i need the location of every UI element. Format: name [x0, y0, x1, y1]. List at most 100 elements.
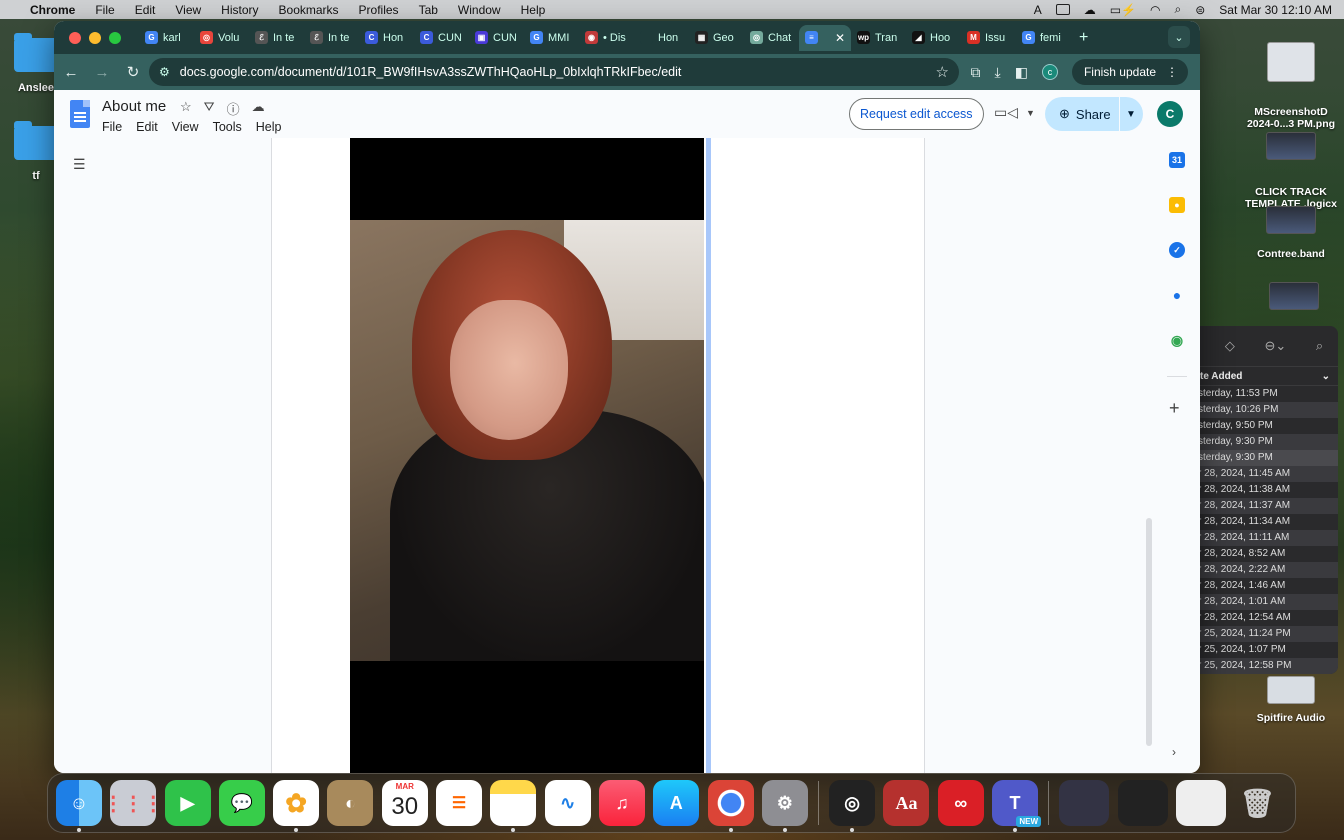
- document-title[interactable]: About me: [102, 98, 166, 115]
- site-info-icon[interactable]: ⚙: [159, 65, 170, 79]
- keep-icon[interactable]: ●: [1169, 197, 1185, 213]
- docs-menu-file[interactable]: File: [102, 120, 122, 134]
- menu-edit[interactable]: Edit: [135, 3, 156, 17]
- address-bar[interactable]: ⚙ docs.google.com/document/d/101R_BW9fIH…: [149, 58, 959, 86]
- photos-list-item[interactable]: r 28, 2024, 8:52 AM: [1190, 546, 1338, 562]
- side-panel-icon[interactable]: ◧: [1015, 64, 1028, 81]
- photos-list-item[interactable]: r 28, 2024, 11:11 AM: [1190, 530, 1338, 546]
- photos-list-item[interactable]: sterday, 11:53 PM: [1190, 386, 1338, 402]
- photos-list-item[interactable]: r 25, 2024, 1:07 PM: [1190, 642, 1338, 658]
- photos-list-item[interactable]: r 28, 2024, 11:45 AM: [1190, 466, 1338, 482]
- reminders-icon[interactable]: ☰: [436, 780, 483, 826]
- minimized-window-thumbnail[interactable]: [1175, 780, 1226, 826]
- zoom-window-button[interactable]: [109, 31, 121, 44]
- messages-icon[interactable]: 💬: [218, 780, 265, 826]
- finish-update-button[interactable]: Finish update ⋮: [1071, 59, 1188, 85]
- control-center-icon[interactable]: ⊜: [1195, 3, 1205, 17]
- more-options-icon[interactable]: ⊖⌄: [1264, 338, 1286, 354]
- docs-menu-view[interactable]: View: [172, 120, 199, 134]
- teams-icon[interactable]: T NEW: [992, 780, 1042, 832]
- document-outline-icon[interactable]: ☰: [73, 156, 89, 172]
- bookmark-star-icon[interactable]: ☆: [936, 63, 949, 81]
- docs-menu-tools[interactable]: Tools: [213, 120, 242, 134]
- notes-icon[interactable]: [490, 780, 537, 832]
- menu-help[interactable]: Help: [521, 3, 546, 17]
- new-tab-button[interactable]: +: [1079, 29, 1088, 47]
- browser-tab[interactable]: ℰ In te: [249, 25, 304, 51]
- show-side-panel-chevron-icon[interactable]: ›: [1172, 745, 1176, 759]
- photos-list-item[interactable]: r 25, 2024, 12:58 PM: [1190, 658, 1338, 674]
- browser-tab[interactable]: wp Tran: [851, 25, 906, 51]
- tag-icon[interactable]: ◇: [1225, 338, 1235, 354]
- menu-app-name[interactable]: Chrome: [30, 3, 75, 17]
- menu-bookmarks[interactable]: Bookmarks: [279, 3, 339, 17]
- reload-icon[interactable]: ↻: [119, 63, 147, 81]
- logic-pro-icon[interactable]: ◎: [829, 780, 876, 832]
- browser-tab[interactable]: ◎ Chat: [744, 25, 799, 51]
- close-window-button[interactable]: [69, 31, 81, 44]
- browser-tab[interactable]: M Issu: [961, 25, 1016, 51]
- share-button[interactable]: ⊕ Share: [1045, 106, 1119, 122]
- tasks-icon[interactable]: ✓: [1169, 242, 1185, 258]
- photos-list-item[interactable]: r 28, 2024, 11:38 AM: [1190, 482, 1338, 498]
- browser-tab[interactable]: ◉ • Dis: [579, 25, 634, 51]
- font-icon[interactable]: A: [1034, 3, 1042, 17]
- photos-list-item[interactable]: sterday, 9:30 PM: [1190, 450, 1338, 466]
- system-settings-icon[interactable]: ⚙: [761, 780, 808, 832]
- vertical-scrollbar[interactable]: [1144, 138, 1154, 773]
- request-edit-access-button[interactable]: Request edit access: [849, 98, 984, 130]
- contacts-icon[interactable]: ◐: [327, 780, 374, 826]
- photos-list-item[interactable]: sterday, 10:26 PM: [1190, 402, 1338, 418]
- share-dropdown-icon[interactable]: ▼: [1120, 109, 1136, 120]
- browser-tab[interactable]: ◎ Volu: [194, 25, 249, 51]
- display-icon[interactable]: [1055, 4, 1070, 15]
- browser-tab[interactable]: ◢ Hoo: [906, 25, 961, 51]
- chrome-icon[interactable]: [707, 780, 754, 832]
- battery-icon[interactable]: ▭⚡: [1110, 3, 1136, 17]
- dictionary-icon[interactable]: Aa: [883, 780, 930, 826]
- minimized-window-thumbnail[interactable]: [1059, 780, 1110, 826]
- photos-list-item[interactable]: sterday, 9:30 PM: [1190, 434, 1338, 450]
- menu-tab[interactable]: Tab: [419, 3, 438, 17]
- spotlight-search-icon[interactable]: ⌕: [1174, 2, 1181, 17]
- creative-cloud-icon[interactable]: ☁: [1084, 3, 1096, 17]
- menu-file[interactable]: File: [95, 3, 114, 17]
- photos-list-item[interactable]: r 28, 2024, 11:34 AM: [1190, 514, 1338, 530]
- photos-list-item[interactable]: r 28, 2024, 1:01 AM: [1190, 594, 1338, 610]
- scrollbar-thumb[interactable]: [1146, 518, 1152, 746]
- photos-list-item[interactable]: r 28, 2024, 11:37 AM: [1190, 498, 1338, 514]
- photos-list-item[interactable]: r 28, 2024, 1:46 AM: [1190, 578, 1338, 594]
- calendar-icon[interactable]: 31: [1169, 152, 1185, 168]
- menu-bar-clock[interactable]: Sat Mar 30 12:10 AM: [1219, 3, 1332, 17]
- facetime-icon[interactable]: ▶: [164, 780, 211, 826]
- sort-header-date-added[interactable]: te Added ⌄: [1190, 366, 1338, 386]
- photos-icon[interactable]: ✿: [273, 780, 320, 832]
- menu-profiles[interactable]: Profiles: [359, 3, 399, 17]
- profile-avatar[interactable]: c: [1041, 64, 1058, 80]
- back-arrow-icon[interactable]: ←: [57, 64, 85, 81]
- meet-button[interactable]: ▭◁ ▼: [994, 104, 1035, 121]
- browser-tab[interactable]: G MMI: [524, 25, 579, 51]
- browser-tab[interactable]: ▣ CUN: [469, 25, 524, 51]
- document-info-icon[interactable]: ⓘ: [227, 99, 240, 118]
- menu-view[interactable]: View: [175, 3, 201, 17]
- browser-tab[interactable]: Hon: [634, 25, 689, 51]
- music-icon[interactable]: ♫: [598, 780, 645, 826]
- cloud-status-icon[interactable]: ☁: [252, 99, 265, 118]
- maps-icon[interactable]: ◉: [1169, 332, 1185, 348]
- photos-list-item[interactable]: r 25, 2024, 11:24 PM: [1190, 626, 1338, 642]
- finder-icon[interactable]: ☺: [56, 780, 102, 832]
- wifi-icon[interactable]: ◠: [1150, 3, 1160, 17]
- browser-tab[interactable]: C CUN: [414, 25, 469, 51]
- creative-cloud-icon[interactable]: ∞: [937, 780, 984, 826]
- close-tab-icon[interactable]: ✕: [835, 31, 845, 45]
- contacts-icon[interactable]: ●: [1169, 287, 1185, 303]
- photos-list-item[interactable]: r 28, 2024, 12:54 AM: [1190, 610, 1338, 626]
- browser-tab[interactable]: Gkarl: [139, 25, 194, 51]
- docs-menu-help[interactable]: Help: [256, 120, 282, 134]
- forward-arrow-icon[interactable]: →: [88, 64, 116, 81]
- menu-window[interactable]: Window: [458, 3, 501, 17]
- embedded-image[interactable]: [350, 138, 704, 773]
- search-icon[interactable]: ⌕: [1316, 338, 1323, 354]
- download-icon[interactable]: ⤓: [995, 64, 1001, 81]
